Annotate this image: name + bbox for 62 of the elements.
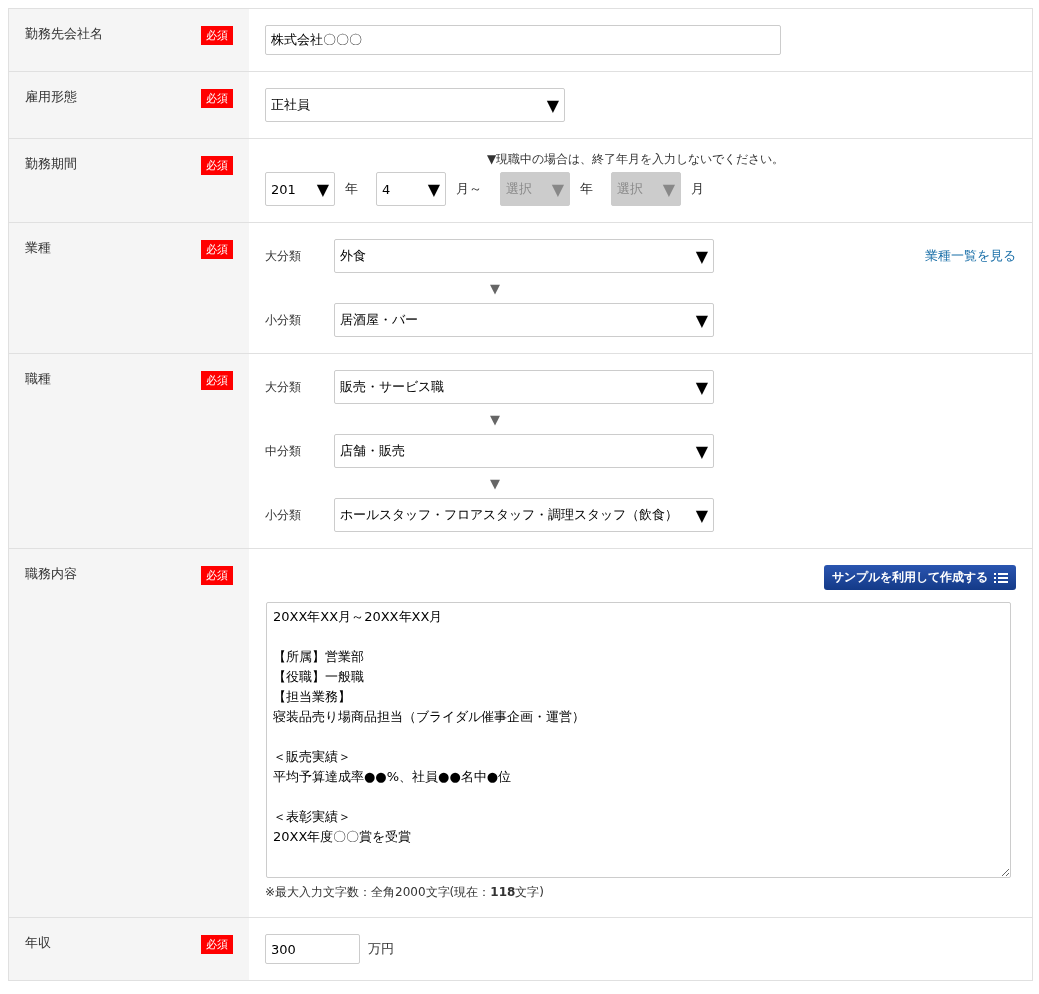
caret-icon: ▼ — [689, 246, 708, 266]
dropdown[interactable]: 201 ▼ — [265, 172, 335, 206]
unit-label: 年 — [345, 180, 358, 198]
text-line: 平均予算達成率●●%、社員●●名中●位 — [273, 768, 512, 786]
dropdown[interactable]: 販売・サービス職 ▼ — [334, 370, 714, 404]
down-arrow-icon: ▼ — [490, 475, 500, 491]
down-arrow-icon: ▼ — [490, 411, 500, 427]
caret-icon: ▼ — [689, 441, 708, 461]
character-counter: ※最大入力文字数：全角2000文字(現在：118文字) — [265, 884, 546, 901]
text-line: 寝装品売り場商品担当（ブライダル催事企画・運営） — [273, 708, 585, 726]
caret-icon: ▼ — [689, 377, 708, 397]
text-line: ＜表彰実績＞ — [273, 808, 351, 826]
answer-box[interactable]: 20XX年XX月～20XX年XX月 【所属】営業部 【役職】一般職 【担当業務】 寝装品売り場商品担当（ブライダル催事企画・運営） ＜販売実績＞ 平均予算達成率●●%、社員●●名中●位 ＜表彰実績＞ 20XX年度〇〇賞を受賞 — [266, 602, 1011, 878]
dropdown[interactable]: 正社員 ▼ — [265, 88, 565, 122]
industry-list-link[interactable]: 業種一覧を見る — [925, 247, 1016, 265]
field-label: 雇用形態 — [25, 88, 77, 106]
list-icon — [994, 571, 1008, 584]
text-line: 【役職】一般職 — [273, 668, 364, 686]
required-badge: 必須 — [201, 156, 233, 175]
field-label: 勤務先会社名 — [25, 25, 103, 43]
dropdown[interactable]: 店舗・販売 ▼ — [334, 434, 714, 468]
caret-icon: ▼ — [689, 505, 708, 525]
text-line: 【担当業務】 — [273, 688, 351, 706]
caret-icon: ▼ — [689, 310, 708, 330]
caret-icon: ▼ — [421, 179, 440, 199]
required-badge: 必須 — [201, 26, 233, 45]
unit-label: 万円 — [368, 940, 394, 958]
required-badge: 必須 — [201, 935, 233, 954]
required-badge: 必須 — [201, 566, 233, 585]
required-badge: 必須 — [201, 240, 233, 259]
sample-button[interactable]: サンプルを利用して作成する — [824, 565, 1016, 590]
level-label: 小分類 — [265, 506, 302, 524]
level-label: 大分類 — [265, 247, 302, 265]
dropdown[interactable]: 外食 ▼ — [334, 239, 714, 273]
caret-icon: ▼ — [540, 95, 559, 115]
dropdown[interactable]: ホールスタッフ・フロアスタッフ・調理スタッフ（飲食） ▼ — [334, 498, 714, 532]
level-label: 中分類 — [265, 442, 302, 460]
input-field[interactable]: 300 — [265, 934, 360, 964]
field-label: 職種 — [25, 370, 51, 388]
required-badge: 必須 — [201, 89, 233, 108]
unit-label: 月～ — [456, 180, 482, 198]
text-line: ＜販売実績＞ — [273, 748, 351, 766]
field-label: 年収 — [25, 934, 51, 952]
level-label: 小分類 — [265, 311, 302, 329]
caret-icon: ▼ — [310, 179, 329, 199]
dropdown[interactable]: 居酒屋・バー ▼ — [334, 303, 714, 337]
unit-label: 月 — [691, 180, 704, 198]
field-label: 職務内容 — [25, 565, 77, 583]
text-line: 20XX年度〇〇賞を受賞 — [273, 828, 412, 846]
field-label: 業種 — [25, 239, 51, 257]
input-field[interactable]: 株式会社〇〇〇 — [265, 25, 781, 55]
text-line: 【所属】営業部 — [273, 648, 364, 666]
caret-icon: ▼ — [656, 179, 675, 199]
dropdown[interactable]: 4 ▼ — [376, 172, 446, 206]
unit-label: 年 — [580, 180, 593, 198]
level-label: 大分類 — [265, 378, 302, 396]
down-arrow-icon: ▼ — [490, 280, 500, 296]
field-label: 勤務期間 — [25, 155, 77, 173]
required-badge: 必須 — [201, 371, 233, 390]
note-text: ▼現職中の場合は、終了年月を入力しないでください。 — [487, 152, 785, 166]
caret-icon: ▼ — [545, 179, 564, 199]
text-line: 20XX年XX月～20XX年XX月 — [273, 608, 443, 626]
